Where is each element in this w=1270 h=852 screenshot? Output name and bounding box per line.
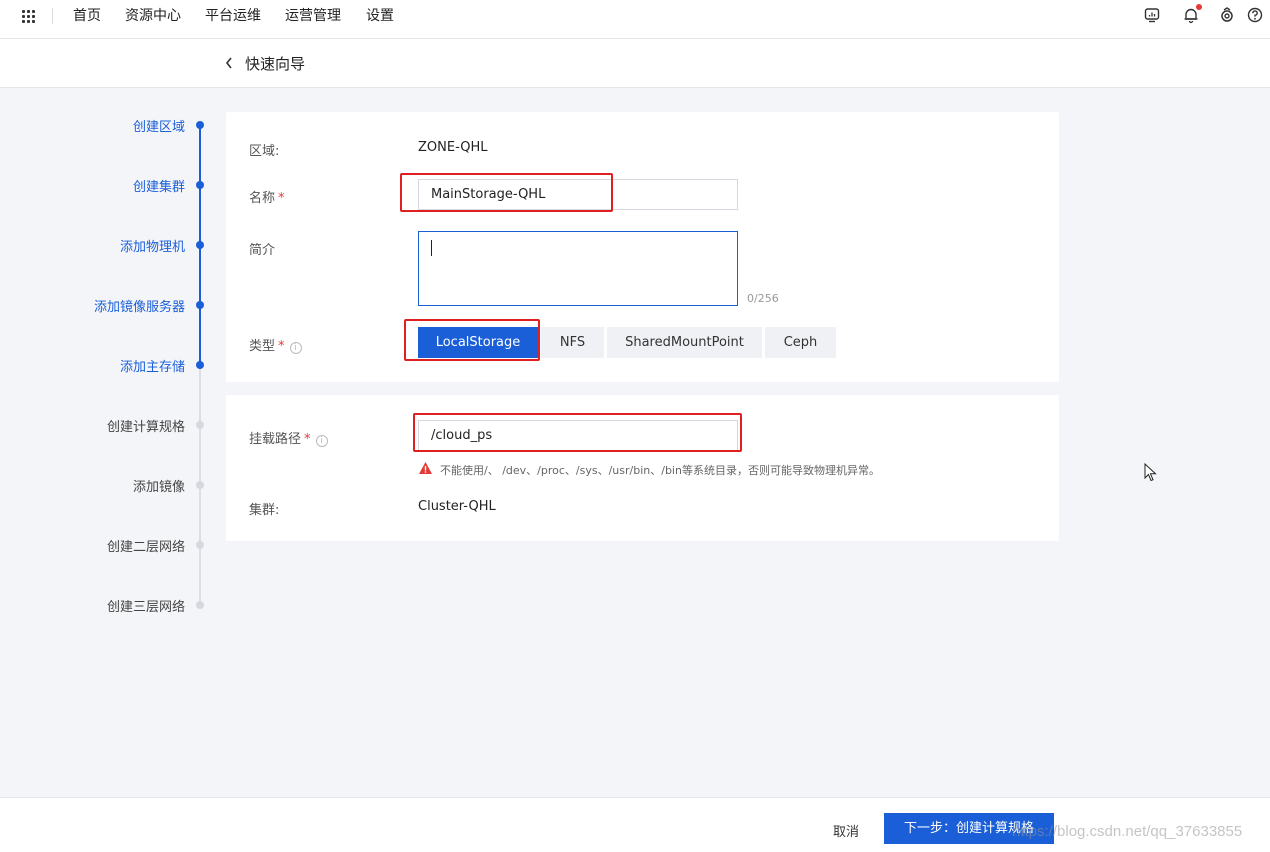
name-label: 名称 * xyxy=(249,191,285,206)
nav-item-platform-ops[interactable]: 平台运维 xyxy=(205,5,261,25)
app-grid-icon[interactable] xyxy=(20,8,36,24)
help-icon[interactable] xyxy=(1246,6,1264,24)
name-input[interactable]: MainStorage-QHL xyxy=(418,179,738,210)
step-dot xyxy=(196,361,204,369)
zone-label: 区域: xyxy=(249,144,280,159)
step-create-l3-network[interactable]: 创建三层网络 xyxy=(107,596,185,615)
footer-bar: 取消 下一步：创建计算规格 xyxy=(0,797,1270,852)
step-dot xyxy=(196,241,204,249)
cluster-label: 集群: xyxy=(249,503,280,518)
step-dot xyxy=(196,181,204,189)
type-option-nfs[interactable]: NFS xyxy=(541,327,604,358)
step-create-l2-network[interactable]: 创建二层网络 xyxy=(107,536,185,555)
mouse-cursor-icon xyxy=(1144,463,1157,482)
required-mark: * xyxy=(278,339,285,354)
type-label: 类型 * i xyxy=(249,335,302,354)
step-create-cluster[interactable]: 创建集群 xyxy=(133,176,185,195)
info-icon[interactable]: i xyxy=(315,435,328,447)
step-dot xyxy=(196,541,204,549)
cluster-value: Cluster-QHL xyxy=(418,499,496,514)
description-label: 简介 xyxy=(249,243,276,258)
cancel-button[interactable]: 取消 xyxy=(833,821,859,840)
required-mark: * xyxy=(278,191,285,206)
step-dot xyxy=(196,301,204,309)
warning-icon xyxy=(419,462,432,474)
page-title: 快速向导 xyxy=(245,55,306,73)
step-add-primary-storage[interactable]: 添加主存储 xyxy=(120,356,185,375)
nav-divider xyxy=(52,8,53,24)
notification-badge xyxy=(1196,4,1202,10)
page-header: 快速向导 xyxy=(0,39,1270,88)
nav-item-operations[interactable]: 运营管理 xyxy=(285,5,341,25)
type-option-localstorage[interactable]: LocalStorage xyxy=(418,327,538,358)
type-option-ceph[interactable]: Ceph xyxy=(765,327,836,358)
step-add-image-server[interactable]: 添加镜像服务器 xyxy=(94,296,185,315)
nav-item-resource-center[interactable]: 资源中心 xyxy=(125,5,181,25)
step-create-zone[interactable]: 创建区域 xyxy=(133,116,185,135)
required-mark: * xyxy=(304,432,311,447)
step-dot xyxy=(196,601,204,609)
step-dot xyxy=(196,121,204,129)
step-create-compute-offering[interactable]: 创建计算规格 xyxy=(107,416,185,435)
step-add-image[interactable]: 添加镜像 xyxy=(133,476,185,495)
step-dot xyxy=(196,421,204,429)
mount-path-input[interactable]: /cloud_ps xyxy=(418,420,738,451)
description-textarea[interactable] xyxy=(418,231,738,306)
monitor-icon[interactable] xyxy=(1143,6,1161,24)
description-char-counter: 0/256 xyxy=(747,292,779,305)
cloud-platform-icon[interactable] xyxy=(1218,6,1236,24)
mount-path-warning: 不能使用/、 /dev、/proc、/sys、/usr/bin、/bin等系统目… xyxy=(440,464,880,477)
text-caret xyxy=(431,240,432,256)
next-step-button[interactable]: 下一步：创建计算规格 xyxy=(884,813,1054,844)
step-add-host[interactable]: 添加物理机 xyxy=(120,236,185,255)
info-icon[interactable]: i xyxy=(289,342,302,354)
chevron-left-icon[interactable] xyxy=(224,56,234,70)
zone-value: ZONE-QHL xyxy=(418,140,488,155)
mount-path-label: 挂载路径 * i xyxy=(249,428,328,447)
nav-item-settings[interactable]: 设置 xyxy=(366,5,394,25)
step-dot xyxy=(196,481,204,489)
nav-item-home[interactable]: 首页 xyxy=(73,5,101,25)
type-option-sharedmountpoint[interactable]: SharedMountPoint xyxy=(607,327,762,358)
top-navbar: 首页 资源中心 平台运维 运营管理 设置 xyxy=(0,0,1270,39)
